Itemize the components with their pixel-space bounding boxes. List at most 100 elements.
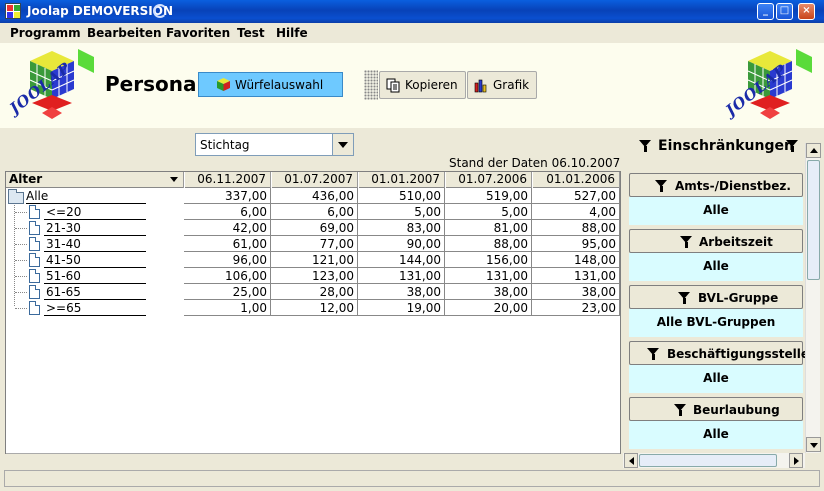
table-cell[interactable]: 510,00 [358, 188, 445, 204]
table-cell[interactable]: 69,00 [271, 220, 358, 236]
table-cell[interactable]: 81,00 [445, 220, 532, 236]
table-cell[interactable]: 38,00 [532, 284, 620, 300]
table-cell[interactable]: 20,00 [445, 300, 532, 316]
row-underline [44, 235, 146, 236]
menu-test[interactable]: Test [237, 26, 265, 40]
table-cell[interactable]: 131,00 [532, 268, 620, 284]
table-cell[interactable]: 38,00 [445, 284, 532, 300]
row-label[interactable]: >=65 [46, 301, 81, 315]
scroll-up-icon[interactable] [806, 143, 821, 158]
column-header[interactable]: 01.07.2007 [271, 172, 358, 188]
filter-value[interactable]: Alle [629, 197, 803, 225]
filter-icon[interactable] [786, 140, 799, 153]
row-label[interactable]: 61-65 [46, 285, 81, 299]
filter-header[interactable]: Amts-/Dienstbez. [629, 173, 803, 197]
table-cell[interactable]: 23,00 [532, 300, 620, 316]
chart-button[interactable]: Grafik [467, 71, 537, 99]
filter-value[interactable]: Alle [629, 253, 803, 281]
menu-programm[interactable]: Programm [10, 26, 81, 40]
scroll-thumb[interactable] [807, 160, 820, 280]
filter-item[interactable]: Beschäftigungsstelle Alle [629, 341, 805, 393]
row-label[interactable]: 51-60 [46, 269, 81, 283]
table-cell[interactable]: 123,00 [271, 268, 358, 284]
row-label[interactable]: <=20 [46, 205, 81, 219]
filter-item[interactable]: Arbeitszeit Alle [629, 229, 803, 281]
row-label[interactable]: 41-50 [46, 253, 81, 267]
column-header[interactable]: 06.11.2007 [184, 172, 271, 188]
table-cell[interactable]: 77,00 [271, 236, 358, 252]
table-cell[interactable]: 156,00 [445, 252, 532, 268]
table-cell[interactable]: 83,00 [358, 220, 445, 236]
maximize-button[interactable]: □ [776, 3, 793, 20]
table-cell[interactable]: 5,00 [445, 204, 532, 220]
column-header[interactable]: 01.01.2006 [532, 172, 620, 188]
table-cell[interactable]: 131,00 [445, 268, 532, 284]
table-cell[interactable]: 106,00 [184, 268, 271, 284]
scroll-down-icon[interactable] [806, 437, 821, 452]
table-cell[interactable]: 5,00 [358, 204, 445, 220]
table-cell[interactable]: 19,00 [358, 300, 445, 316]
table-cell[interactable]: 90,00 [358, 236, 445, 252]
table-cell[interactable]: 1,00 [184, 300, 271, 316]
table-cell[interactable]: 95,00 [532, 236, 620, 252]
filter-value[interactable]: Alle [629, 421, 803, 449]
vertical-scrollbar[interactable] [805, 143, 821, 453]
row-underline [44, 251, 146, 252]
table-cell[interactable]: 88,00 [532, 220, 620, 236]
cube-select-button[interactable]: Würfelauswahl [198, 72, 343, 97]
row-label[interactable]: 31-40 [46, 237, 81, 251]
chevron-down-icon[interactable] [167, 174, 181, 185]
table-cell[interactable]: 96,00 [184, 252, 271, 268]
table-cell[interactable]: 519,00 [445, 188, 532, 204]
date-selector-dropdown[interactable]: Stichtag [195, 133, 354, 156]
scroll-left-icon[interactable] [624, 453, 638, 468]
filter-value[interactable]: Alle [629, 365, 803, 393]
table-cell[interactable]: 4,00 [532, 204, 620, 220]
menu-bearbeiten[interactable]: Bearbeiten [87, 26, 162, 40]
table-cell[interactable]: 42,00 [184, 220, 271, 236]
filter-value[interactable]: Alle BVL-Gruppen [629, 309, 803, 337]
table-cell[interactable]: 6,00 [184, 204, 271, 220]
filter-panel-title: Einschränkungen [658, 138, 794, 154]
dimension-selector[interactable]: Alter [6, 172, 184, 188]
scroll-thumb[interactable] [639, 454, 777, 467]
menu-hilfe[interactable]: Hilfe [276, 26, 308, 40]
filter-header[interactable]: Arbeitszeit [629, 229, 803, 253]
table-header-row: Alter 06.11.2007 01.07.2007 01.01.2007 0… [6, 172, 620, 188]
copy-button[interactable]: Kopieren [379, 71, 466, 99]
scroll-right-icon[interactable] [789, 453, 803, 468]
filter-header[interactable]: BVL-Gruppe [629, 285, 803, 309]
table-cell[interactable]: 38,00 [358, 284, 445, 300]
table-cell[interactable]: 61,00 [184, 236, 271, 252]
filter-item[interactable]: BVL-Gruppe Alle BVL-Gruppen [629, 285, 803, 337]
filter-name: BVL-Gruppe [698, 291, 779, 305]
chevron-down-icon[interactable] [332, 134, 353, 155]
close-button[interactable]: × [798, 3, 815, 20]
filter-header[interactable]: Beurlaubung [629, 397, 803, 421]
toolbar-grip[interactable] [364, 70, 378, 100]
filter-item[interactable]: Beurlaubung Alle [629, 397, 803, 449]
row-label[interactable]: 21-30 [46, 221, 81, 235]
table-cell[interactable]: 144,00 [358, 252, 445, 268]
table-cell[interactable]: 25,00 [184, 284, 271, 300]
table-cell[interactable]: 131,00 [358, 268, 445, 284]
table-cell[interactable]: 6,00 [271, 204, 358, 220]
row-underline [26, 203, 146, 204]
filter-header[interactable]: Beschäftigungsstelle [629, 341, 805, 365]
table-cell[interactable]: 436,00 [271, 188, 358, 204]
table-cell[interactable]: 88,00 [445, 236, 532, 252]
table-cell[interactable]: 527,00 [532, 188, 620, 204]
table-cell[interactable]: 28,00 [271, 284, 358, 300]
column-header[interactable]: 01.01.2007 [358, 172, 445, 188]
minimize-button[interactable]: _ [757, 3, 774, 20]
table-cell[interactable]: 12,00 [271, 300, 358, 316]
table-cell[interactable]: 148,00 [532, 252, 620, 268]
row-label[interactable]: Alle [26, 189, 48, 203]
filter-name: Beurlaubung [693, 403, 780, 417]
table-cell[interactable]: 121,00 [271, 252, 358, 268]
menu-favoriten[interactable]: Favoriten [166, 26, 230, 40]
column-header[interactable]: 01.07.2006 [445, 172, 532, 188]
horizontal-scrollbar[interactable] [623, 453, 805, 468]
table-cell[interactable]: 337,00 [184, 188, 271, 204]
filter-item[interactable]: Amts-/Dienstbez. Alle [629, 173, 803, 225]
